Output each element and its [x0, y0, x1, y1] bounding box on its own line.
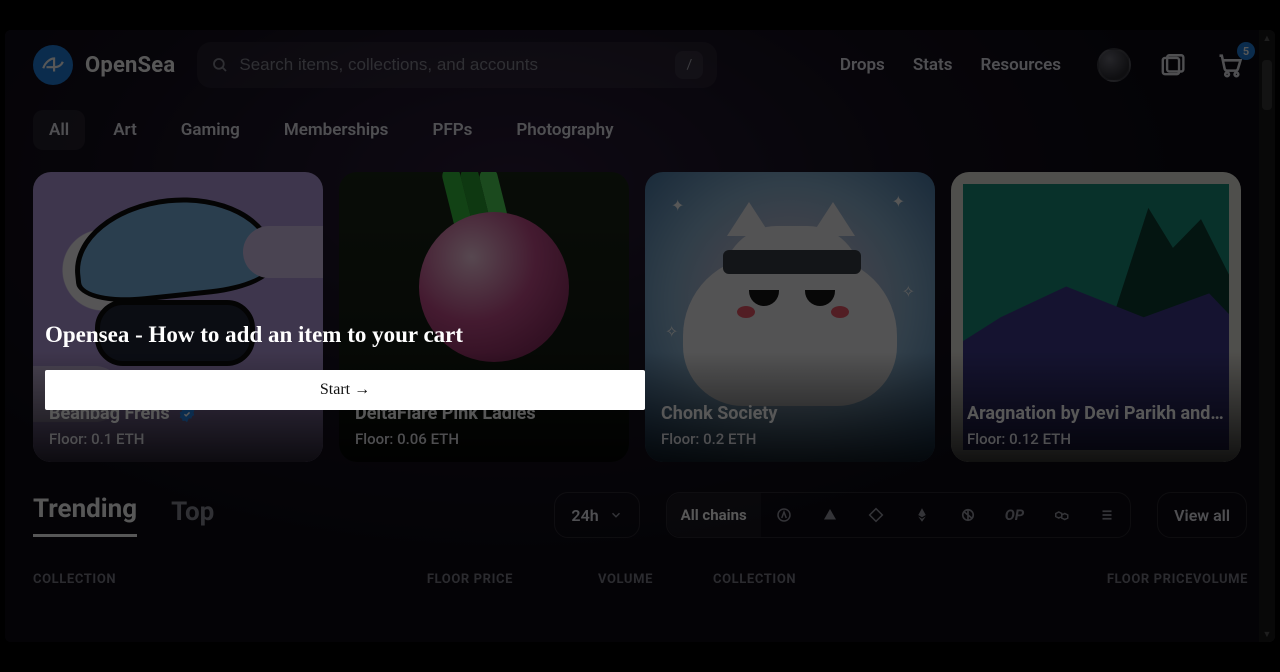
- tutorial-start-button[interactable]: Start →: [45, 370, 645, 410]
- tutorial-modal: Opensea - How to add an item to your car…: [45, 322, 645, 410]
- app-viewport: OpenSea / Drops Stats Resources: [5, 30, 1275, 642]
- tutorial-title: Opensea - How to add an item to your car…: [45, 322, 645, 348]
